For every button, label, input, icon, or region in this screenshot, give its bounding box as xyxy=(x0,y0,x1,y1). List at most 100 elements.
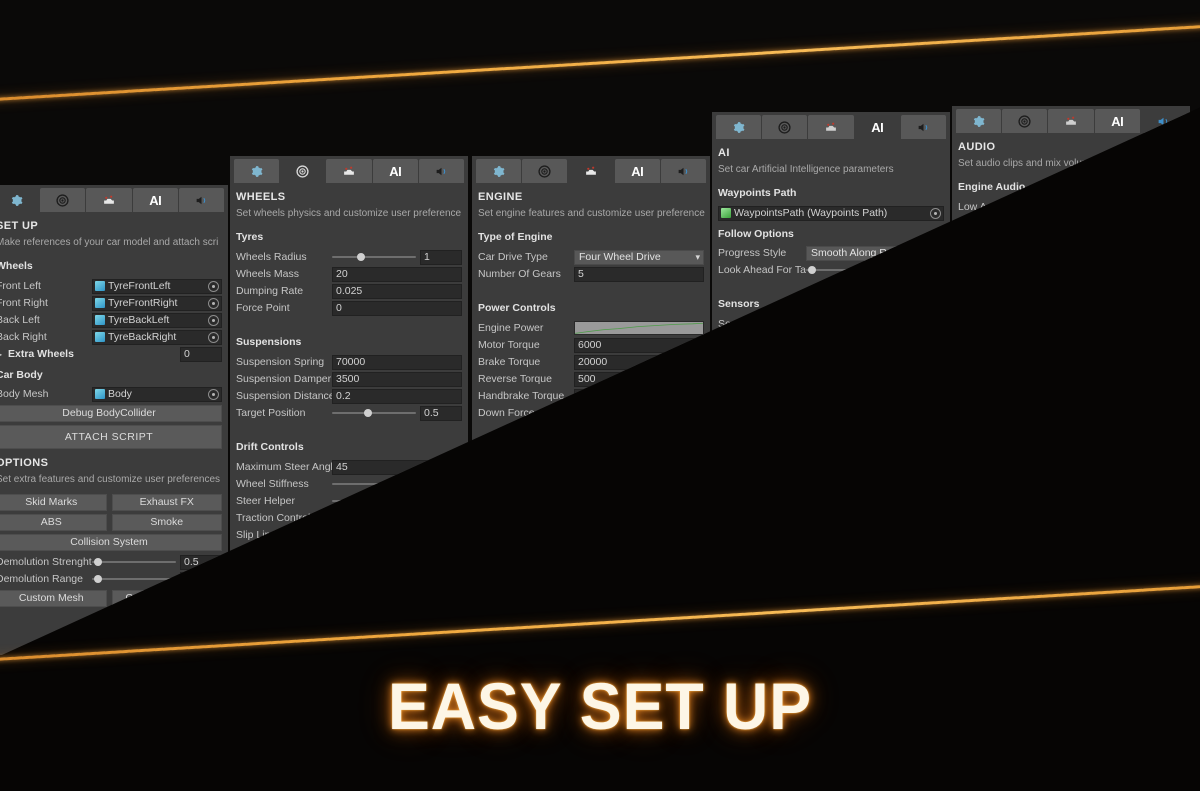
slider-knob[interactable] xyxy=(391,480,400,488)
slider-control[interactable]: 0.5 xyxy=(92,571,222,587)
tab-engine[interactable] xyxy=(86,188,132,212)
number-field[interactable]: 6000 xyxy=(574,337,704,353)
tab-audio[interactable] xyxy=(1140,109,1187,133)
exhaust-fx-button[interactable]: Exhaust FX xyxy=(111,494,222,511)
number-field[interactable]: 70000 xyxy=(332,354,462,370)
slider-value[interactable]: 0.0412 xyxy=(894,490,944,506)
object-picker-icon[interactable] xyxy=(1170,394,1181,406)
slider-knob[interactable] xyxy=(1080,271,1089,279)
slider-track-area[interactable] xyxy=(92,572,176,586)
audio-clip-field[interactable]: ♪ CollisionAudioFX xyxy=(1042,463,1184,479)
object-field[interactable]: TyreBackLeft xyxy=(92,312,222,328)
slider-control[interactable]: 10 xyxy=(806,262,944,278)
audio-clip-field[interactable]: ♪ ACCAccelerationLow xyxy=(1042,199,1184,215)
slider-control[interactable]: 0.3 xyxy=(1042,409,1184,425)
slider-knob[interactable] xyxy=(871,320,880,328)
number-field[interactable]: 5 xyxy=(574,266,704,282)
number-field[interactable]: 0.025 xyxy=(332,283,462,299)
tab-audio[interactable] xyxy=(178,188,225,212)
object-picker-icon[interactable] xyxy=(208,314,219,326)
object-picker-icon[interactable] xyxy=(208,280,219,292)
number-field[interactable]: 3500 xyxy=(332,371,462,387)
object-picker-icon[interactable] xyxy=(1170,252,1181,264)
slider-track-area[interactable] xyxy=(1042,268,1138,282)
slider-knob[interactable] xyxy=(364,409,373,417)
slider-value[interactable]: 0.31 xyxy=(902,446,944,462)
slider-value[interactable]: 1 xyxy=(420,249,462,265)
audio-clip-field[interactable]: ♪ ACCAccelerationHigh xyxy=(1042,233,1184,249)
slider-control[interactable]: 0.5 xyxy=(332,405,462,421)
vector-y[interactable]: Y0 xyxy=(312,598,386,613)
slider-value[interactable]: 0.3 xyxy=(1142,409,1184,425)
slider-control[interactable]: 0.449 xyxy=(1042,267,1184,283)
slider-control[interactable]: 0.395 xyxy=(332,527,462,543)
audio-clip-field[interactable]: ♪ ACCDecelerationHigh xyxy=(1042,250,1184,266)
slider-track-area[interactable] xyxy=(1042,552,1138,566)
number-field[interactable]: 0 xyxy=(806,350,944,366)
number-field[interactable]: 0.2 xyxy=(332,388,462,404)
number-field[interactable]: 20 xyxy=(332,266,462,282)
slider-control[interactable]: 2.56 xyxy=(806,507,944,523)
slider-control[interactable]: 0.475 xyxy=(1042,551,1184,567)
object-picker-icon[interactable] xyxy=(208,297,219,309)
debug-bodycollider-button[interactable]: Debug BodyCollider xyxy=(0,405,222,422)
object-picker-icon[interactable] xyxy=(208,388,219,400)
slider-track-area[interactable] xyxy=(806,447,898,461)
tab-setup[interactable] xyxy=(234,159,280,183)
object-field[interactable]: TyreFrontLeft xyxy=(92,278,222,294)
audio-clip-field[interactable]: ♪ ExhaustAudio xyxy=(1042,534,1184,550)
smoke-button[interactable]: Smoke xyxy=(111,514,222,531)
slider-value[interactable]: 0.475 xyxy=(1142,551,1184,567)
tab-setup[interactable] xyxy=(0,188,40,212)
slider-value[interactable]: 0.5 xyxy=(420,405,462,421)
collision-system-button[interactable]: Collision System xyxy=(0,534,222,551)
slider-control[interactable]: 1 xyxy=(332,249,462,265)
slider-track-area[interactable] xyxy=(332,406,416,420)
number-field[interactable]: 500 xyxy=(574,371,704,387)
slider-track-area[interactable] xyxy=(1042,410,1138,424)
extra-wheels-foldout[interactable]: ▶ Extra Wheels 0 xyxy=(0,346,222,362)
object-picker-icon[interactable] xyxy=(1170,235,1181,247)
number-field[interactable]: 20000 xyxy=(574,354,704,370)
tab-ai[interactable]: AI xyxy=(614,159,660,183)
slider-knob[interactable] xyxy=(361,497,370,505)
tab-setup[interactable] xyxy=(956,109,1002,133)
slider-value[interactable]: 0.812 xyxy=(1142,480,1184,496)
slider-track-area[interactable] xyxy=(806,552,898,566)
slider-value[interactable]: 0.904 xyxy=(420,476,462,492)
turbo-toggle-button[interactable]: OFF xyxy=(520,435,704,452)
slider-knob[interactable] xyxy=(1066,413,1075,421)
slider-knob[interactable] xyxy=(831,450,840,458)
slider-knob[interactable] xyxy=(391,514,400,522)
slider-control[interactable]: 30 xyxy=(806,551,944,567)
slider-control[interactable]: 0.5 xyxy=(1042,338,1184,354)
object-picker-icon[interactable] xyxy=(208,331,219,343)
number-field[interactable]: 250 xyxy=(574,510,704,526)
object-picker-icon[interactable] xyxy=(1170,323,1181,335)
audio-clip-field[interactable]: ♪ SkidAudioFX xyxy=(1042,392,1184,408)
slider-control[interactable]: 0.812 xyxy=(1042,480,1184,496)
object-field[interactable]: TyreFrontRight xyxy=(92,295,222,311)
tab-setup[interactable] xyxy=(716,115,762,139)
slider-value[interactable]: 0.5 xyxy=(180,554,222,570)
slider-value[interactable]: 0.449 xyxy=(1142,267,1184,283)
slider-track-area[interactable] xyxy=(806,263,898,277)
slider-control[interactable]: 0.904 xyxy=(332,476,462,492)
slider-knob[interactable] xyxy=(1113,484,1122,492)
slider-track-area[interactable] xyxy=(1042,481,1138,495)
slider-value[interactable]: 0.395 xyxy=(420,527,462,543)
waypoints-object-field[interactable]: WaypointsPath (Waypoints Path) xyxy=(718,205,944,221)
slider-knob[interactable] xyxy=(1086,342,1094,350)
slider-value[interactable]: 0.45 xyxy=(420,510,462,526)
vector-z[interactable]: Z0 xyxy=(631,561,705,576)
slider-value[interactable]: 0.5 xyxy=(1142,338,1184,354)
number-field[interactable]: 45 xyxy=(332,459,462,475)
object-picker-icon[interactable] xyxy=(1170,201,1181,213)
slider-knob[interactable] xyxy=(93,575,102,583)
tab-setup[interactable] xyxy=(476,159,522,183)
slider-track-area[interactable] xyxy=(806,491,890,505)
slider-track-area[interactable] xyxy=(806,430,898,444)
slider-value[interactable]: 0.477 xyxy=(420,493,462,509)
slider-track-area[interactable] xyxy=(332,528,416,542)
slider-knob[interactable] xyxy=(356,253,365,261)
